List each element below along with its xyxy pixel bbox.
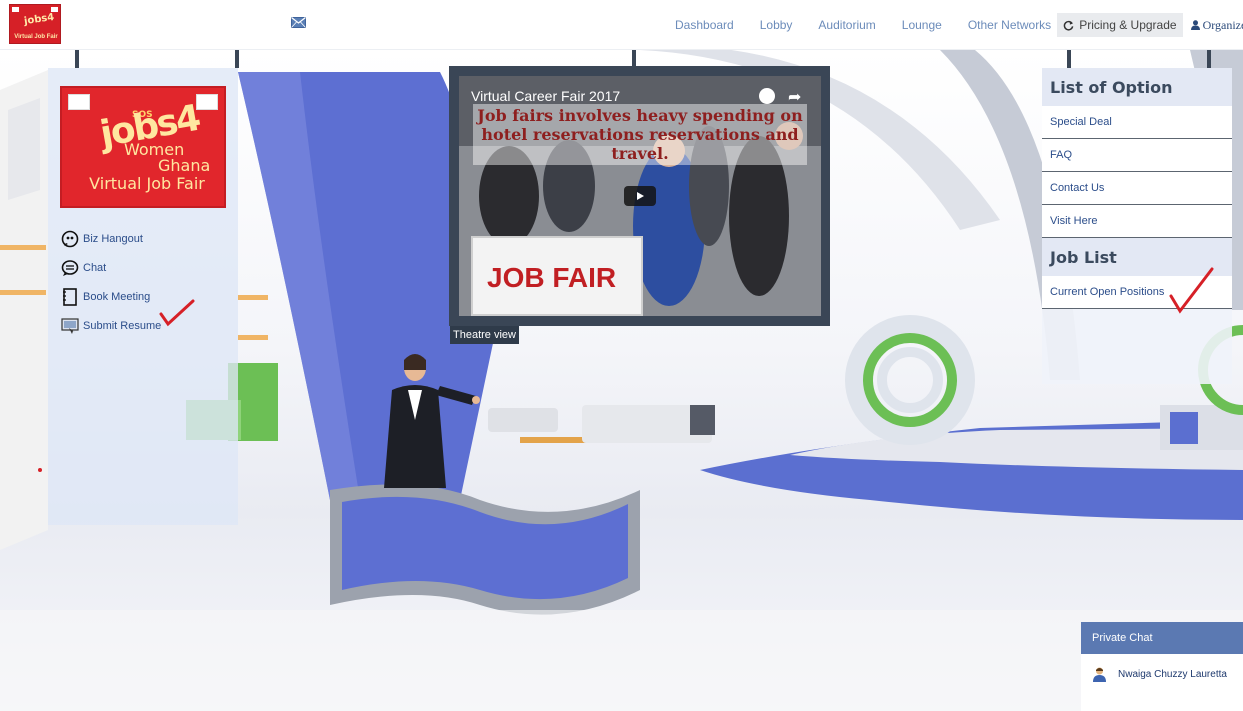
faq-link[interactable]: FAQ bbox=[1042, 139, 1232, 172]
booth-menu-label: Biz Hangout bbox=[83, 232, 143, 245]
quote-bubble-icon bbox=[61, 230, 79, 247]
contact-us-link[interactable]: Contact Us bbox=[1042, 172, 1232, 205]
logo-subtitle: Virtual Job Fair bbox=[14, 34, 58, 40]
nav-dashboard[interactable]: Dashboard bbox=[675, 18, 734, 32]
clock-icon[interactable] bbox=[759, 88, 775, 104]
theatre-view-button[interactable]: Theatre view bbox=[450, 326, 519, 344]
nav-auditorium[interactable]: Auditorium bbox=[818, 18, 875, 32]
user-icon bbox=[1190, 20, 1200, 30]
booth-menu-label: Submit Resume bbox=[83, 319, 162, 332]
logo-text: jobs4 bbox=[23, 11, 55, 28]
private-chat-widget: Private Chat Nwaiga Chuzzy Lauretta bbox=[1081, 622, 1243, 711]
organizer-link[interactable]: Organizer bbox=[1190, 17, 1243, 33]
chat-user-item[interactable]: Nwaiga Chuzzy Lauretta bbox=[1081, 654, 1243, 695]
nav-lobby[interactable]: Lobby bbox=[760, 18, 793, 32]
video-player[interactable]: JOB FAIR Job fairs involves heavy spendi… bbox=[459, 76, 821, 316]
pricing-label: Pricing & Upgrade bbox=[1079, 18, 1177, 32]
checkmark-icon bbox=[159, 299, 195, 327]
biz-hangout-link[interactable]: Biz Hangout bbox=[60, 224, 161, 253]
share-icon[interactable]: ➦ bbox=[788, 87, 801, 107]
resume-upload-icon bbox=[61, 317, 79, 334]
hanging-pole bbox=[1067, 50, 1071, 68]
envelope-icon[interactable] bbox=[291, 17, 306, 28]
booth-menu-label: Chat bbox=[83, 261, 107, 274]
checkmark-icon bbox=[1169, 267, 1214, 314]
chat-user-name: Nwaiga Chuzzy Lauretta bbox=[1118, 669, 1227, 680]
organizer-label: Organizer bbox=[1202, 17, 1243, 32]
hanging-pole bbox=[632, 50, 636, 66]
brand-ghana: Ghana bbox=[158, 156, 211, 175]
book-meeting-link[interactable]: Book Meeting bbox=[60, 282, 161, 311]
visit-here-link[interactable]: Visit Here bbox=[1042, 205, 1232, 238]
badge-icon bbox=[196, 94, 218, 110]
hanging-pole bbox=[75, 50, 79, 68]
submit-resume-link[interactable]: Submit Resume bbox=[60, 311, 161, 340]
notebook-icon bbox=[63, 287, 77, 306]
nav-other-networks[interactable]: Other Networks bbox=[968, 18, 1051, 32]
options-panel: List of Option Special Deal FAQ Contact … bbox=[1042, 68, 1232, 384]
options-heading: List of Option bbox=[1042, 68, 1232, 106]
booth-menu: Biz Hangout Chat Book Meeting Submit Res… bbox=[60, 224, 161, 340]
site-logo[interactable]: jobs4 Virtual Job Fair bbox=[9, 4, 61, 44]
avatar-icon bbox=[1093, 667, 1106, 682]
sign-text: JOB FAIR bbox=[487, 262, 617, 293]
hanging-pole bbox=[1207, 50, 1211, 68]
video-title: Virtual Career Fair 2017 bbox=[471, 88, 621, 104]
crest-icon bbox=[68, 94, 90, 110]
booth-left-panel: SOS jobs4 Women Ghana Virtual Job Fair B… bbox=[48, 68, 238, 525]
company-banner: SOS jobs4 Women Ghana Virtual Job Fair bbox=[60, 86, 226, 208]
nav-lounge[interactable]: Lounge bbox=[902, 18, 942, 32]
hanging-pole bbox=[235, 50, 239, 68]
top-navbar: jobs4 Virtual Job Fair Dashboard Lobby A… bbox=[0, 0, 1243, 50]
play-button[interactable] bbox=[624, 186, 656, 206]
chat-link[interactable]: Chat bbox=[60, 253, 161, 282]
special-deal-link[interactable]: Special Deal bbox=[1042, 106, 1232, 139]
pricing-upgrade-button[interactable]: Pricing & Upgrade bbox=[1057, 13, 1183, 37]
brand-fair: Virtual Job Fair bbox=[89, 174, 205, 193]
chat-bubble-icon bbox=[61, 259, 79, 276]
job-fair-sign: JOB FAIR bbox=[471, 236, 643, 316]
virtual-booth-scene: SOS jobs4 Women Ghana Virtual Job Fair B… bbox=[0, 50, 1243, 711]
main-nav: Dashboard Lobby Auditorium Lounge Other … bbox=[675, 0, 1243, 50]
refresh-icon bbox=[1063, 20, 1074, 30]
flag-icon bbox=[12, 7, 19, 12]
private-chat-header[interactable]: Private Chat bbox=[1081, 622, 1243, 654]
video-overlay-text: Job fairs involves heavy spending on hot… bbox=[473, 104, 807, 165]
booth-menu-label: Book Meeting bbox=[83, 290, 151, 303]
